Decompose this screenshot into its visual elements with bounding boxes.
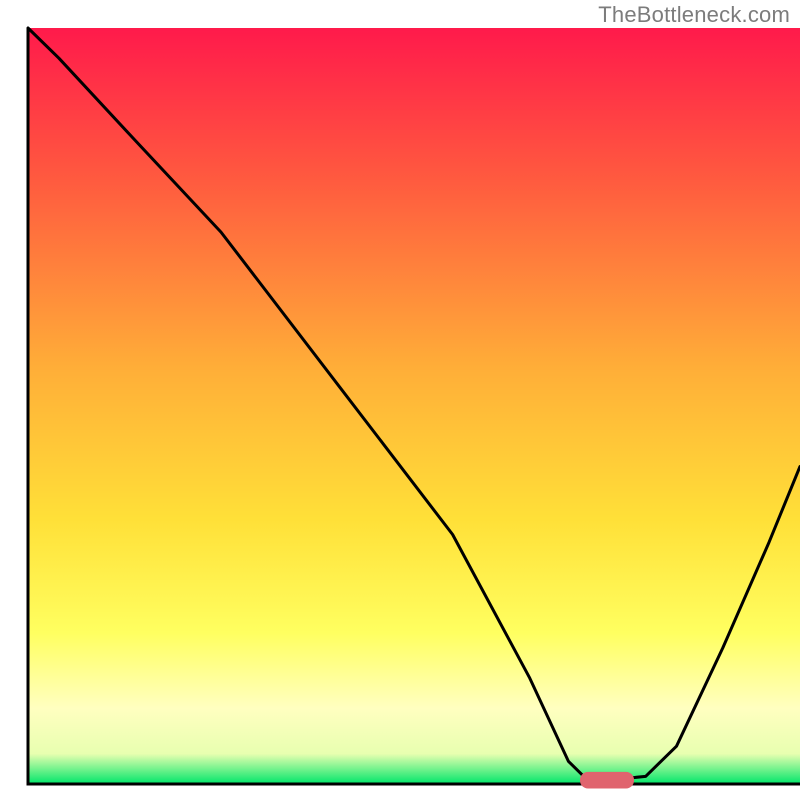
chart-container: TheBottleneck.com <box>0 0 800 800</box>
watermark-text: TheBottleneck.com <box>598 2 790 28</box>
plot-background <box>28 28 800 784</box>
optimal-marker <box>580 772 634 789</box>
bottleneck-chart <box>0 0 800 800</box>
